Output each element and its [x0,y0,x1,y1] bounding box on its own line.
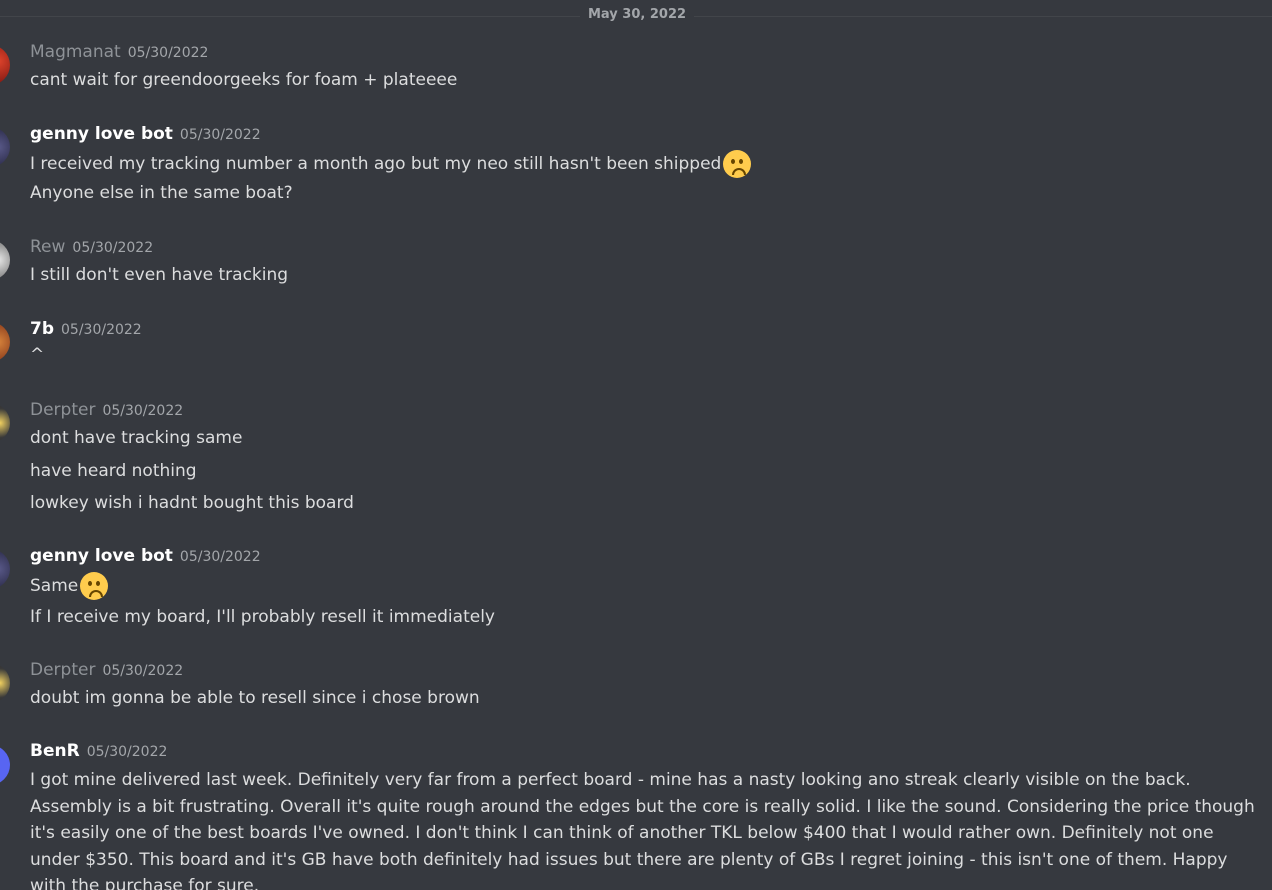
avatar[interactable] [0,745,10,785]
username[interactable]: Rew [30,237,65,257]
frowning-face-emoji[interactable] [723,150,752,178]
message-text-content: I received my tracking number a month ag… [30,154,722,174]
avatar[interactable] [0,663,10,703]
timestamp: 05/30/2022 [61,322,142,338]
timestamp: 05/30/2022 [86,744,168,760]
timestamp: 05/30/2022 [179,127,261,143]
username[interactable]: Derpter [30,660,95,680]
message-text: Same [30,572,109,600]
message-text: doubt im gonna be able to resell since i… [30,688,480,708]
message-text: I received my tracking number a month ag… [30,150,752,178]
avatar[interactable] [0,45,10,85]
message-header: genny love bot 05/30/2022 [30,124,261,144]
message-text: dont have tracking same [30,428,243,448]
message-text: I still don't even have tracking [30,265,289,285]
username[interactable]: Derpter [30,400,95,420]
message-header: Rew 05/30/2022 [30,237,153,257]
avatar[interactable] [0,322,10,362]
chat-message-list: May 30, 2022 Magmanat 05/30/2022 cant wai… [0,0,1272,890]
username[interactable]: genny love bot [30,124,173,144]
username[interactable]: 7b [30,319,54,339]
message-header: Derpter 05/30/2022 [30,660,183,680]
avatar[interactable] [0,240,10,280]
date-divider-label: May 30, 2022 [580,7,695,22]
message-text: ^ [30,345,45,365]
username[interactable]: Magmanat [30,42,121,62]
message-header: Magmanat 05/30/2022 [30,42,208,62]
timestamp: 05/30/2022 [179,549,261,565]
message-text: I got mine delivered last week. Definite… [30,770,1255,890]
avatar[interactable] [0,549,10,589]
message-header: Derpter 05/30/2022 [30,400,183,420]
avatar[interactable] [0,127,10,167]
message-header: genny love bot 05/30/2022 [30,546,261,566]
message-header: BenR 05/30/2022 [30,741,167,761]
timestamp: 05/30/2022 [72,240,154,256]
username[interactable]: BenR [30,741,80,761]
message-text: If I receive my board, I'll probably res… [30,607,495,627]
avatar[interactable] [0,403,10,443]
message-text-content: Same [30,576,79,596]
message-header: 7b 05/30/2022 [30,319,142,339]
timestamp: 05/30/2022 [127,45,209,61]
timestamp: 05/30/2022 [102,663,184,679]
username[interactable]: genny love bot [30,546,173,566]
message-text: have heard nothing [30,461,197,481]
message-text: lowkey wish i hadnt bought this board [30,493,354,513]
message-text: cant wait for greendoorgeeks for foam + … [30,70,458,90]
timestamp: 05/30/2022 [102,403,184,419]
frowning-face-emoji[interactable] [80,572,109,600]
message-text: Anyone else in the same boat? [30,183,293,203]
